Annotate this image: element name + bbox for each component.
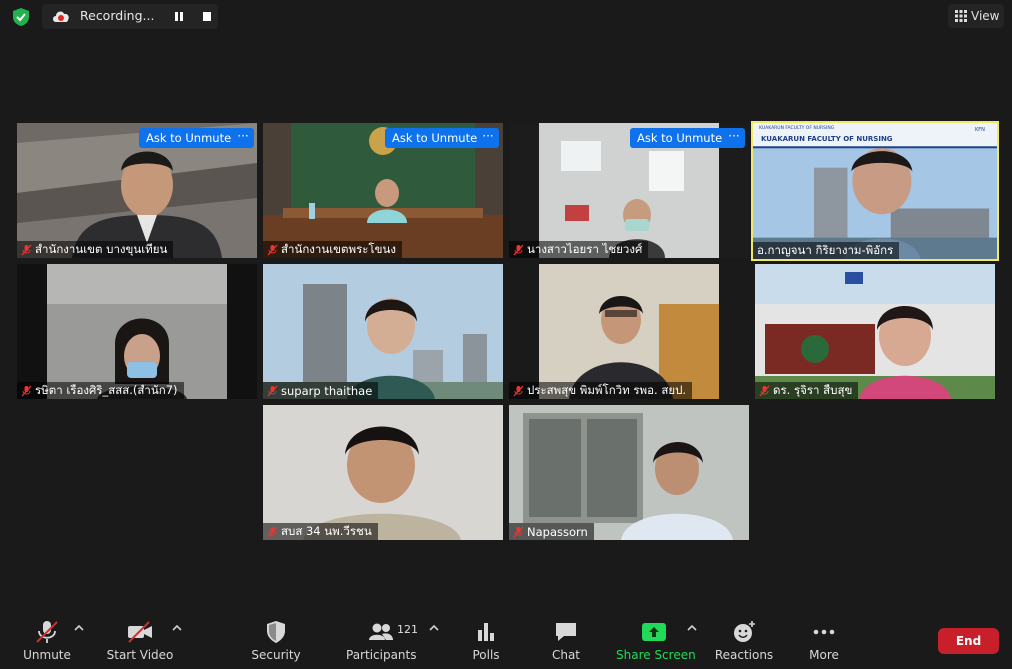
video-tile[interactable]: Ask to Unmute ··· สำนักงานเขต บางขุนเทีย…	[17, 123, 257, 258]
share-screen-label: Share Screen	[616, 648, 696, 662]
participants-label: Participants	[346, 648, 417, 662]
participant-video	[17, 264, 257, 399]
end-meeting-button[interactable]: End	[938, 628, 999, 654]
recording-indicator: Recording...	[42, 4, 218, 29]
muted-mic-icon	[267, 526, 278, 537]
participant-nameplate: สำนักงานเขต บางขุนเทียน	[17, 241, 174, 258]
ask-to-unmute-button[interactable]: Ask to Unmute	[139, 128, 239, 148]
participant-video	[753, 123, 997, 259]
participant-name: suparp thaithae	[281, 383, 373, 398]
ask-to-unmute-button[interactable]: Ask to Unmute	[630, 128, 730, 148]
security-button[interactable]: Security	[246, 612, 306, 669]
participant-video	[263, 405, 503, 540]
more-button[interactable]: More	[800, 612, 848, 669]
video-tile[interactable]: Ask to Unmute ··· นางสาวไอยรา ไชยวงศ์	[509, 123, 749, 258]
participant-name: สำนักงานเขต บางขุนเทียน	[35, 241, 168, 256]
participant-name: สบส 34 นพ.วีรชน	[281, 523, 372, 538]
participant-nameplate: รษิตา เรืองศิริ_สสส.(สำนัก7)	[17, 382, 184, 399]
tile-more-button[interactable]: ···	[723, 128, 745, 148]
participants-count: 121	[397, 623, 418, 636]
participant-name: Napassorn	[527, 524, 588, 539]
participant-video	[509, 405, 749, 540]
video-options-caret-icon[interactable]	[172, 624, 182, 632]
chat-bubble-icon	[556, 623, 576, 641]
polls-chart-icon	[478, 623, 494, 641]
muted-mic-icon	[21, 244, 32, 255]
reactions-smiley-icon	[734, 621, 755, 642]
cloud-recording-icon	[53, 11, 69, 22]
video-tile[interactable]: สบส 34 นพ.วีรชน	[263, 405, 503, 540]
start-video-label: Start Video	[106, 648, 174, 662]
video-tile[interactable]: รษิตา เรืองศิริ_สสส.(สำนัก7)	[17, 264, 257, 399]
participant-nameplate: สำนักงานเขตพระโขนง	[263, 241, 402, 258]
polls-button[interactable]: Polls	[462, 612, 510, 669]
share-screen-button[interactable]: Share Screen	[616, 612, 696, 669]
video-tile[interactable]: ดร. รุจิรา สืบสุข	[755, 264, 995, 399]
muted-mic-icon	[21, 385, 32, 396]
unmute-button[interactable]: Unmute	[16, 612, 78, 669]
security-shield-icon	[267, 621, 285, 643]
participant-nameplate: นางสาวไอยรา ไชยวงศ์	[509, 241, 649, 258]
pause-recording-button[interactable]	[172, 10, 186, 23]
participant-nameplate: อ.กาญจนา กิริยางาม-พิอักร	[753, 242, 900, 259]
participant-video	[755, 264, 995, 399]
unmute-label: Unmute	[23, 648, 71, 662]
participant-name: รษิตา เรืองศิริ_สสส.(สำนัก7)	[35, 382, 178, 397]
reactions-label: Reactions	[714, 648, 774, 662]
participant-name: นางสาวไอยรา ไชยวงศ์	[527, 241, 643, 256]
participant-name: อ.กาญจนา กิริยางาม-พิอักร	[757, 242, 894, 257]
video-tile[interactable]: suparp thaithae	[263, 264, 503, 399]
reactions-button[interactable]: Reactions	[712, 612, 776, 669]
video-off-camera-icon	[128, 621, 152, 643]
tile-more-button[interactable]: ···	[232, 128, 254, 148]
more-label: More	[809, 648, 839, 662]
participant-video	[263, 264, 503, 399]
participant-nameplate: Napassorn	[509, 523, 594, 540]
muted-mic-icon	[513, 526, 524, 537]
participant-name: ประสพสุข พิมพ์โกวิท รพอ. สยป.	[527, 382, 687, 397]
share-screen-arrow-icon	[642, 623, 666, 641]
encryption-shield-icon[interactable]	[10, 6, 32, 28]
start-video-button[interactable]: Start Video	[104, 612, 176, 669]
participant-name: ดร. รุจิรา สืบสุข	[773, 382, 853, 397]
video-tile[interactable]: Ask to Unmute ··· สำนักงานเขตพระโขนง	[263, 123, 503, 258]
muted-mic-icon	[759, 385, 770, 396]
video-tile[interactable]: ประสพสุข พิมพ์โกวิท รพอ. สยป.	[509, 264, 749, 399]
zoom-meeting-window: Recording... View Ask to Unmute ··· สำนั…	[0, 0, 1012, 669]
muted-mic-icon	[267, 244, 278, 255]
grid-view-icon	[955, 10, 967, 22]
view-label: View	[971, 9, 1000, 23]
muted-microphone-icon	[36, 621, 58, 643]
tile-more-button[interactable]: ···	[477, 128, 499, 148]
ask-to-unmute-button[interactable]: Ask to Unmute	[385, 128, 485, 148]
participant-nameplate: ดร. รุจิรา สืบสุข	[755, 382, 859, 399]
security-label: Security	[251, 648, 301, 662]
muted-mic-icon	[513, 244, 524, 255]
participant-name: สำนักงานเขตพระโขนง	[281, 241, 396, 256]
participant-nameplate: สบส 34 นพ.วีรชน	[263, 523, 378, 540]
video-tile-active-speaker[interactable]: KUAKARUN FACULTY OF NURSING KUAKARUN FAC…	[751, 121, 999, 261]
chat-button[interactable]: Chat	[542, 612, 590, 669]
muted-mic-icon	[267, 385, 278, 396]
audio-options-caret-icon[interactable]	[74, 624, 84, 632]
more-dots-icon	[813, 629, 835, 635]
muted-mic-icon	[513, 385, 524, 396]
participants-button[interactable]: Participants	[346, 612, 417, 669]
participant-nameplate: ประสพสุข พิมพ์โกวิท รพอ. สยป.	[509, 382, 693, 399]
recording-label: Recording...	[80, 8, 155, 23]
meeting-toolbar: Unmute Start Video Security Participants…	[0, 612, 1012, 669]
participant-video	[509, 264, 749, 399]
chat-label: Chat	[551, 648, 581, 662]
video-tile[interactable]: Napassorn	[509, 405, 749, 540]
share-options-caret-icon[interactable]	[687, 624, 697, 632]
participant-nameplate: suparp thaithae	[263, 382, 379, 399]
participants-icon	[369, 623, 393, 640]
polls-label: Polls	[472, 648, 500, 662]
banner-title: KUAKARUN FACULTY OF NURSING	[761, 135, 893, 143]
banner-tag: KFN	[975, 127, 985, 133]
participants-options-caret-icon[interactable]	[429, 624, 439, 632]
stop-recording-button[interactable]	[200, 10, 214, 23]
banner-top-text: KUAKARUN FACULTY OF NURSING	[759, 126, 835, 131]
view-button[interactable]: View	[948, 4, 1004, 28]
